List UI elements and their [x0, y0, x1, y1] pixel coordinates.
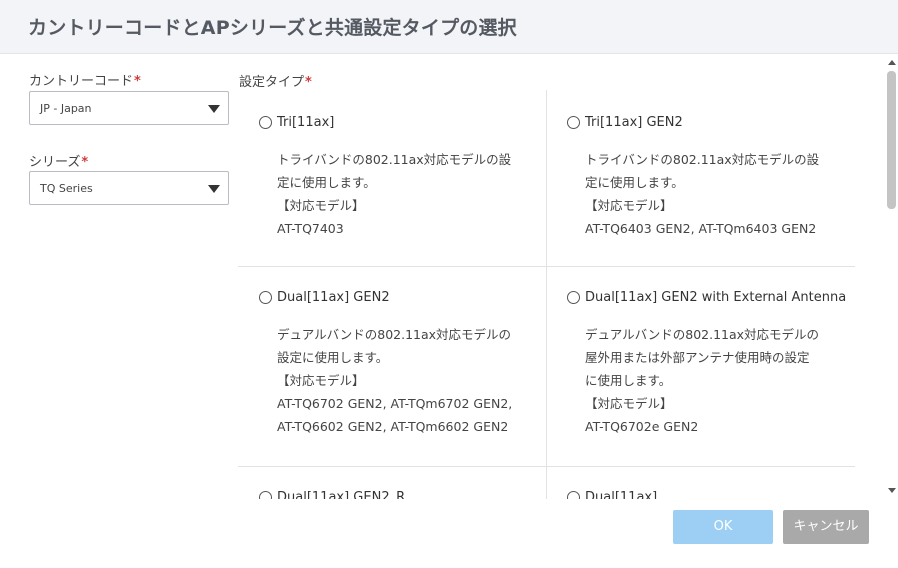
option-desc-line: 【対応モデル】 [585, 396, 673, 411]
series-label-text: シリーズ [29, 155, 81, 170]
radio-button[interactable] [567, 491, 580, 499]
option-label: Dual[11ax] GEN2_R [277, 490, 406, 499]
option-description: トライバンドの802.11ax対応モデルの設 定に使用します。 【対応モデル】 … [585, 148, 819, 240]
option-desc-line: 設定に使用します。 [277, 350, 389, 365]
option-description: デュアルバンドの802.11ax対応モデルの 設定に使用します。 【対応モデル】… [277, 323, 512, 438]
radio-button[interactable] [259, 291, 272, 304]
option-desc-line: AT-TQ6702e GEN2 [585, 419, 699, 434]
radio-button[interactable] [259, 491, 272, 499]
chevron-down-icon [208, 105, 220, 113]
row-divider [238, 266, 855, 267]
option-desc-line: デュアルバンドの802.11ax対応モデルの [277, 327, 512, 342]
scroll-up-arrow-icon[interactable] [888, 60, 896, 65]
option-label: Dual[11ax] GEN2 [277, 290, 390, 305]
option-desc-line: デュアルバンドの802.11ax対応モデルの [585, 327, 820, 342]
settings-type-label: 設定タイプ* [239, 71, 312, 90]
country-select[interactable]: JP - Japan [29, 91, 229, 125]
scroll-down-arrow-icon[interactable] [888, 488, 896, 493]
option-label: Tri[11ax] GEN2 [585, 115, 683, 130]
country-label-text: カントリーコード [29, 74, 134, 89]
option-desc-line: AT-TQ6702 GEN2, AT-TQm6702 GEN2, [277, 396, 513, 411]
cancel-button[interactable]: キャンセル [783, 510, 869, 544]
option-desc-line: 定に使用します。 [277, 175, 376, 190]
option-desc-line: 定に使用します。 [585, 175, 684, 190]
option-label: Tri[11ax] [277, 115, 335, 130]
country-label: カントリーコード* [29, 70, 141, 89]
option-desc-line: トライバンドの802.11ax対応モデルの設 [277, 152, 512, 167]
option-desc-line: 【対応モデル】 [277, 373, 365, 388]
chevron-down-icon [208, 185, 220, 193]
series-select[interactable]: TQ Series [29, 171, 229, 205]
option-label: Dual[11ax] GEN2 with External Antenna [585, 290, 847, 305]
dialog-header: カントリーコードとAPシリーズと共通設定タイプの選択 [0, 0, 898, 54]
settings-type-label-text: 設定タイプ [239, 75, 305, 90]
ok-button[interactable]: OK [673, 510, 773, 544]
dialog-title: カントリーコードとAPシリーズと共通設定タイプの選択 [28, 17, 517, 39]
option-desc-line: に使用します。 [585, 373, 672, 388]
settings-type-grid: Tri[11ax] トライバンドの802.11ax対応モデルの設 定に使用します… [238, 90, 856, 499]
option-desc-line: AT-TQ6403 GEN2, AT-TQm6403 GEN2 [585, 221, 817, 236]
option-desc-line: 【対応モデル】 [277, 198, 365, 213]
option-desc-line: トライバンドの802.11ax対応モデルの設 [585, 152, 820, 167]
series-select-value: TQ Series [40, 182, 93, 195]
required-mark: * [134, 74, 141, 89]
row-divider [238, 466, 855, 467]
radio-button[interactable] [567, 116, 580, 129]
required-mark: * [81, 155, 89, 170]
option-description: トライバンドの802.11ax対応モデルの設 定に使用します。 【対応モデル】 … [277, 148, 511, 240]
scrollbar-thumb[interactable] [887, 71, 896, 209]
series-label: シリーズ* [29, 151, 88, 170]
radio-button[interactable] [259, 116, 272, 129]
column-divider [546, 90, 547, 499]
option-desc-line: 【対応モデル】 [585, 198, 673, 213]
required-mark: * [305, 75, 312, 90]
country-select-value: JP - Japan [40, 102, 92, 115]
radio-button[interactable] [567, 291, 580, 304]
option-desc-line: AT-TQ7403 [277, 221, 344, 236]
option-description: デュアルバンドの802.11ax対応モデルの 屋外用または外部アンテナ使用時の設… [585, 323, 819, 438]
option-label: Dual[11ax] [585, 490, 658, 499]
option-desc-line: 屋外用または外部アンテナ使用時の設定 [585, 350, 810, 365]
option-desc-line: AT-TQ6602 GEN2, AT-TQm6602 GEN2 [277, 419, 509, 434]
